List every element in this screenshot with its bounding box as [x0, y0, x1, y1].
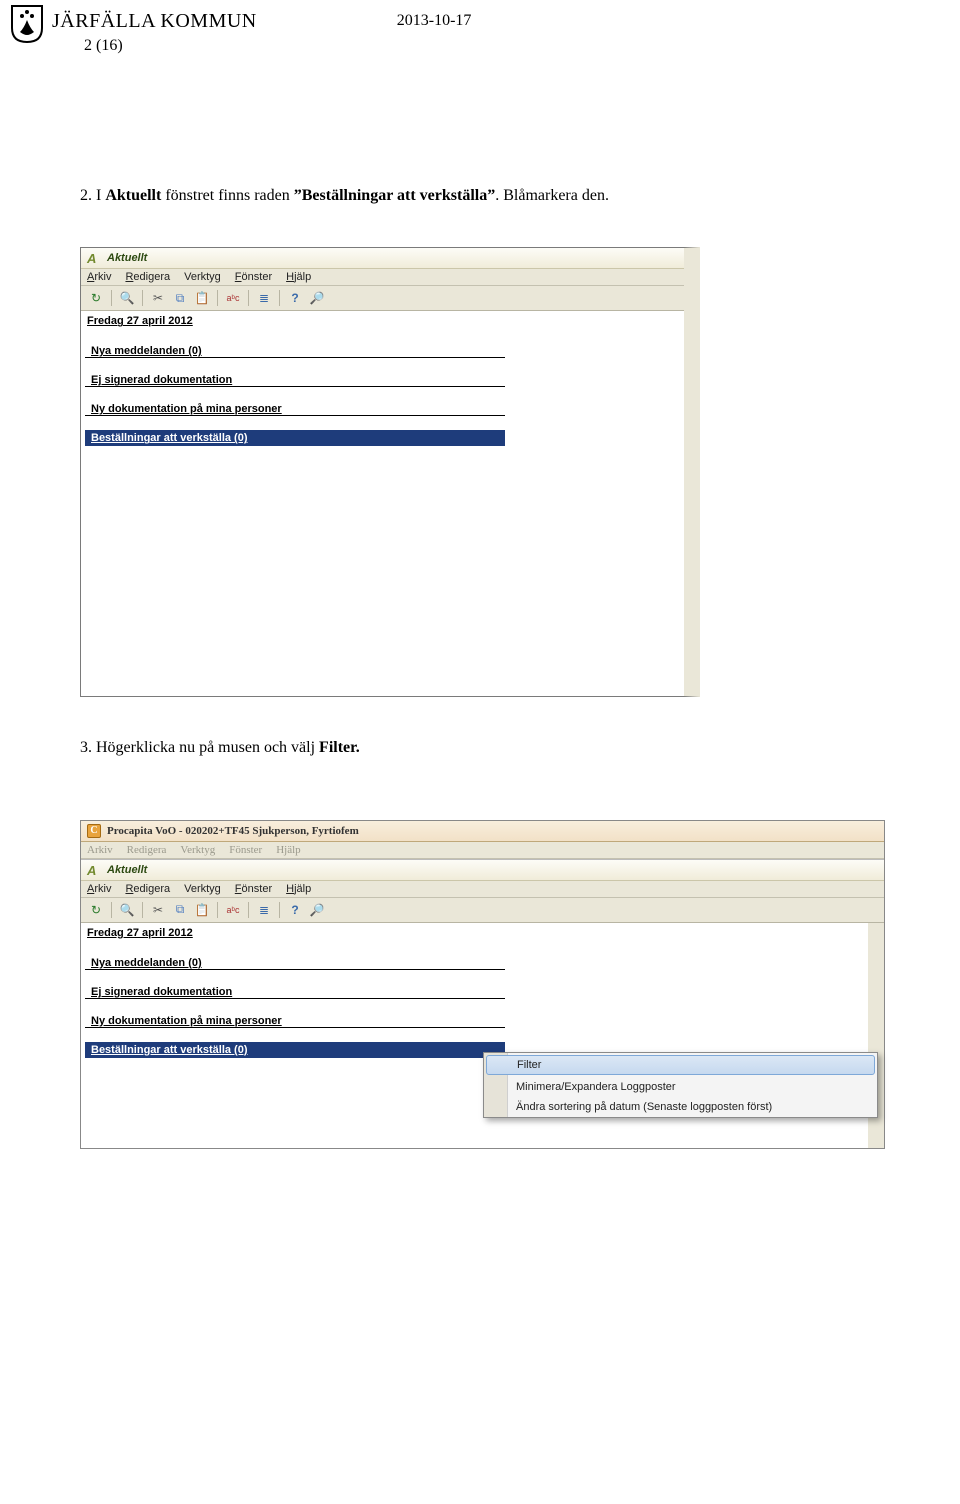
sliders-icon[interactable]: ≣	[255, 901, 273, 919]
refresh-icon[interactable]: ↻	[87, 901, 105, 919]
help-icon[interactable]: ?	[286, 289, 304, 307]
abc-icon[interactable]: aᵇc	[224, 901, 242, 919]
binoculars-icon[interactable]: 🔍	[118, 289, 136, 307]
row-ej-signerad[interactable]: Ej signerad dokumentation	[85, 358, 505, 387]
document-header: JÄRFÄLLA KOMMUN 2013-10-17 2 (16)	[10, 4, 880, 55]
win2-content: Fredag 27 april 2012 Nya meddelanden (0)…	[81, 923, 884, 1148]
row-ny-dokumentation[interactable]: Ny dokumentation på mina personer	[85, 999, 505, 1028]
cut-icon[interactable]: ✂	[149, 289, 167, 307]
outer-menubar: Arkiv Redigera Verktyg Fönster Hjälp	[81, 842, 884, 859]
menu-redigera[interactable]: Redigera	[125, 883, 170, 895]
document-page: JÄRFÄLLA KOMMUN 2013-10-17 2 (16) 2. I A…	[0, 0, 960, 1189]
row-ej-signerad[interactable]: Ej signerad dokumentation	[85, 970, 505, 999]
row-nya-meddelanden[interactable]: Nya meddelanden (0)	[85, 941, 505, 970]
menu-verktyg[interactable]: Verktyg	[184, 271, 221, 283]
search-globe-icon[interactable]: 🔎	[308, 901, 326, 919]
row-ny-dokumentation[interactable]: Ny dokumentation på mina personer	[85, 387, 505, 416]
win1-title: Aktuellt	[107, 252, 147, 264]
separator-icon	[248, 290, 249, 306]
win2-toolbar: ↻ 🔍 ✂ ⧉ 📋 aᵇc ≣ ? 🔎	[81, 898, 884, 923]
menu-arkiv[interactable]: Arkiv	[87, 883, 111, 895]
app-icon: A	[87, 863, 101, 877]
procapita-icon: C	[87, 824, 101, 838]
win1-toolbar: ↻ 🔍 ✂ ⧉ 📋 aᵇc ≣ ? 🔎	[81, 286, 684, 311]
page-number: 2 (16)	[84, 37, 471, 55]
copy-icon[interactable]: ⧉	[171, 901, 189, 919]
menu-redigera[interactable]: Redigera	[125, 271, 170, 283]
step-2-text: 2. I Aktuellt fönstret finns raden ”Best…	[80, 185, 880, 207]
win2-titlebar: A Aktuellt	[81, 860, 884, 881]
org-name: JÄRFÄLLA KOMMUN	[52, 10, 257, 33]
win2-date-header: Fredag 27 april 2012	[81, 923, 868, 941]
menu-hjalp[interactable]: Hjälp	[286, 271, 311, 283]
separator-icon	[111, 290, 112, 306]
header-date: 2013-10-17	[397, 12, 472, 33]
separator-icon	[279, 902, 280, 918]
paste-icon[interactable]: 📋	[193, 289, 211, 307]
paste-icon[interactable]: 📋	[193, 901, 211, 919]
menu-verktyg[interactable]: Verktyg	[180, 844, 215, 856]
menu-fonster[interactable]: Fönster	[235, 883, 272, 895]
separator-icon	[279, 290, 280, 306]
jarfalla-logo-icon	[10, 4, 44, 44]
copy-icon[interactable]: ⧉	[171, 289, 189, 307]
separator-icon	[217, 290, 218, 306]
menu-hjalp[interactable]: Hjälp	[286, 883, 311, 895]
menu-fonster[interactable]: Fönster	[235, 271, 272, 283]
screenshot-2-outer: C Procapita VoO - 020202+TF45 Sjukperson…	[80, 820, 885, 1149]
refresh-icon[interactable]: ↻	[87, 289, 105, 307]
screenshot-1-window: A Aktuellt Arkiv Redigera Verktyg Fönste…	[80, 247, 700, 697]
context-item-filter[interactable]: Filter	[486, 1055, 875, 1075]
separator-icon	[111, 902, 112, 918]
win1-date-header: Fredag 27 april 2012	[81, 311, 684, 329]
win1-menubar: Arkiv Redigera Verktyg Fönster Hjälp	[81, 269, 684, 286]
win1-titlebar: A Aktuellt	[81, 248, 684, 269]
row-bestallningar-selected[interactable]: Beställningar att verkställa (0)	[85, 430, 505, 446]
context-item-minimera[interactable]: Minimera/Expandera Loggposter	[484, 1077, 877, 1097]
search-globe-icon[interactable]: 🔎	[308, 289, 326, 307]
separator-icon	[217, 902, 218, 918]
menu-arkiv[interactable]: Arkiv	[87, 271, 111, 283]
menu-hjalp[interactable]: Hjälp	[276, 844, 300, 856]
blank-area	[81, 446, 684, 696]
separator-icon	[142, 902, 143, 918]
menu-redigera[interactable]: Redigera	[127, 844, 167, 856]
menu-verktyg[interactable]: Verktyg	[184, 883, 221, 895]
win2-title: Aktuellt	[107, 864, 147, 876]
context-item-sortering[interactable]: Ändra sortering på datum (Senaste loggpo…	[484, 1097, 877, 1117]
app-icon: A	[87, 251, 101, 265]
screenshot-2-window: A Aktuellt Arkiv Redigera Verktyg Fönste…	[81, 859, 884, 1148]
row-nya-meddelanden[interactable]: Nya meddelanden (0)	[85, 329, 505, 358]
abc-icon[interactable]: aᵇc	[224, 289, 242, 307]
blank-area	[81, 1118, 868, 1148]
separator-icon	[142, 290, 143, 306]
outer-titlebar: C Procapita VoO - 020202+TF45 Sjukperson…	[81, 821, 884, 842]
sliders-icon[interactable]: ≣	[255, 289, 273, 307]
win1-content: Fredag 27 april 2012 Nya meddelanden (0)…	[81, 311, 684, 696]
row-bestallningar-selected[interactable]: Beställningar att verkställa (0)	[85, 1042, 505, 1058]
help-icon[interactable]: ?	[286, 901, 304, 919]
cut-icon[interactable]: ✂	[149, 901, 167, 919]
binoculars-icon[interactable]: 🔍	[118, 901, 136, 919]
menu-fonster[interactable]: Fönster	[229, 844, 262, 856]
separator-icon	[248, 902, 249, 918]
outer-title: Procapita VoO - 020202+TF45 Sjukperson, …	[107, 825, 359, 837]
win2-menubar: Arkiv Redigera Verktyg Fönster Hjälp	[81, 881, 884, 898]
context-menu: Filter Minimera/Expandera Loggposter Änd…	[483, 1052, 878, 1118]
menu-arkiv[interactable]: Arkiv	[87, 844, 113, 856]
step-3-text: 3. Högerklicka nu på musen och välj Filt…	[80, 737, 880, 759]
